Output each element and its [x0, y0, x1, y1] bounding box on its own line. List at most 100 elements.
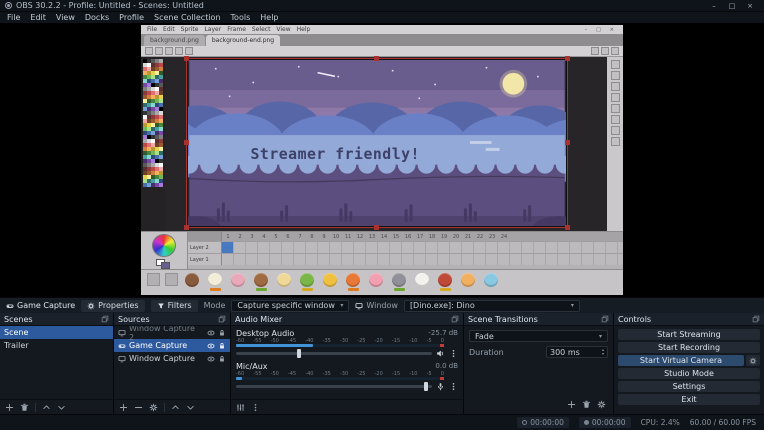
menu-profile[interactable]: Profile — [114, 13, 149, 22]
emote-frame[interactable] — [321, 273, 339, 291]
game-capture-icon — [6, 302, 14, 310]
emote-ghost-frame — [165, 273, 178, 286]
popout-icon[interactable] — [752, 315, 760, 323]
studio-mode-button[interactable]: Studio Mode — [618, 368, 760, 379]
duration-spinner[interactable]: 300 ms ▴▾ — [546, 346, 608, 358]
move-scene-up-button[interactable] — [42, 403, 51, 412]
scene-item-trailer[interactable]: Trailer — [0, 339, 113, 352]
emote-frame[interactable] — [459, 273, 477, 291]
transition-select[interactable]: Fade ▾ — [469, 330, 608, 342]
emote-frame[interactable] — [183, 273, 201, 291]
remove-transition-button[interactable] — [582, 400, 591, 409]
move-source-up-button[interactable] — [171, 403, 180, 412]
aseprite-menu-view: View — [273, 26, 293, 33]
emote-frame[interactable] — [436, 273, 454, 291]
menu-scene-collection[interactable]: Scene Collection — [149, 13, 226, 22]
scene-item-scene[interactable]: Scene — [0, 326, 113, 339]
menu-docks[interactable]: Docks — [80, 13, 114, 22]
eye-icon[interactable] — [207, 329, 215, 337]
add-scene-button[interactable] — [5, 403, 14, 412]
filters-button[interactable]: Filters — [151, 300, 198, 312]
emote-frame[interactable] — [252, 273, 270, 291]
menu-view[interactable]: View — [51, 13, 80, 22]
lock-icon[interactable] — [218, 355, 226, 363]
emote-frame[interactable] — [344, 273, 362, 291]
minimize-button[interactable]: – — [705, 0, 723, 11]
kebab-menu-icon[interactable] — [449, 349, 458, 358]
add-transition-button[interactable] — [567, 400, 576, 409]
frame-number: 14 — [378, 234, 390, 240]
emote-frame[interactable] — [298, 273, 316, 291]
emote-frame[interactable] — [413, 273, 431, 291]
remove-source-button[interactable] — [134, 403, 143, 412]
spinner-arrows[interactable]: ▴▾ — [602, 348, 604, 356]
layer-name: Layer 2 — [188, 242, 222, 253]
aseprite-tool-icon — [611, 104, 620, 113]
slider-handle[interactable] — [424, 382, 428, 391]
eye-icon[interactable] — [207, 342, 215, 350]
maximize-button[interactable]: □ — [723, 0, 741, 11]
moon — [502, 73, 524, 95]
kebab-menu-icon[interactable] — [449, 382, 458, 391]
distant-cloud — [486, 148, 500, 151]
add-source-button[interactable] — [119, 403, 128, 412]
capture-window-select[interactable]: [Dino.exe]: Dino ▾ — [404, 300, 580, 312]
popout-icon[interactable] — [101, 315, 109, 323]
virtual-camera-settings-button[interactable] — [746, 355, 760, 366]
capture-mode-select[interactable]: Capture specific window ▾ — [231, 300, 349, 312]
slider-handle[interactable] — [297, 349, 301, 358]
aseprite-color-palette — [141, 57, 165, 231]
eye-icon[interactable] — [207, 355, 215, 363]
emote-frame[interactable] — [206, 273, 224, 291]
close-button[interactable]: × — [741, 0, 759, 11]
dock-title: Audio Mixer — [235, 315, 282, 324]
mic-icon[interactable] — [436, 382, 445, 391]
popout-icon[interactable] — [218, 315, 226, 323]
start-streaming-button[interactable]: Start Streaming — [618, 329, 760, 340]
remove-scene-button[interactable] — [20, 403, 29, 412]
menu-file[interactable]: File — [2, 13, 25, 22]
transitions-toolbar — [469, 400, 608, 412]
record-status-icon — [584, 420, 589, 425]
volume-slider[interactable] — [236, 385, 432, 388]
emote-frame[interactable] — [275, 273, 293, 291]
scene-preview[interactable]: File Edit Sprite Layer Frame Select View… — [0, 23, 764, 297]
source-item-game-capture[interactable]: Game Capture — [114, 339, 230, 352]
palette-swatch[interactable] — [159, 183, 163, 187]
kebab-menu-icon[interactable] — [251, 403, 260, 412]
menu-tools[interactable]: Tools — [226, 13, 256, 22]
move-source-down-button[interactable] — [186, 403, 195, 412]
monitor-icon — [355, 302, 363, 310]
source-properties-button[interactable] — [149, 403, 158, 412]
emote-frame[interactable] — [390, 273, 408, 291]
mixer-settings-icon[interactable] — [236, 403, 245, 412]
menu-help[interactable]: Help — [255, 13, 283, 22]
obs-window: OBS 30.2.2 - Profile: Untitled - Scenes:… — [0, 0, 764, 430]
exit-button[interactable]: Exit — [618, 394, 760, 405]
transition-properties-button[interactable] — [597, 400, 606, 409]
properties-button[interactable]: Properties — [81, 300, 144, 312]
source-item-window-capture-2[interactable]: Window Capture 2 — [114, 326, 230, 339]
chevron-down-icon: ▾ — [340, 302, 343, 309]
source-item-window-capture[interactable]: Window Capture — [114, 352, 230, 365]
settings-button[interactable]: Settings — [618, 381, 760, 392]
aseprite-tool-icon — [175, 47, 183, 55]
pixel-art-canvas[interactable]: Streamer friendly! — [187, 59, 567, 227]
speaker-icon[interactable] — [436, 349, 445, 358]
channel-volume-db: -25.7 dB — [428, 329, 458, 337]
aseprite-menu-layer: Layer — [201, 26, 224, 33]
lock-icon[interactable] — [218, 342, 226, 350]
emote-frame[interactable] — [482, 273, 500, 291]
move-scene-down-button[interactable] — [57, 403, 66, 412]
menu-edit[interactable]: Edit — [25, 13, 51, 22]
lock-icon[interactable] — [218, 329, 226, 337]
start-recording-button[interactable]: Start Recording — [618, 342, 760, 353]
start-virtual-camera-button[interactable]: Start Virtual Camera — [618, 355, 744, 366]
aseprite-tool-icon — [155, 47, 163, 55]
volume-slider[interactable] — [236, 352, 432, 355]
controls-header: Controls — [614, 313, 764, 326]
popout-icon[interactable] — [451, 315, 459, 323]
popout-icon[interactable] — [601, 315, 609, 323]
emote-frame[interactable] — [229, 273, 247, 291]
emote-frame[interactable] — [367, 273, 385, 291]
